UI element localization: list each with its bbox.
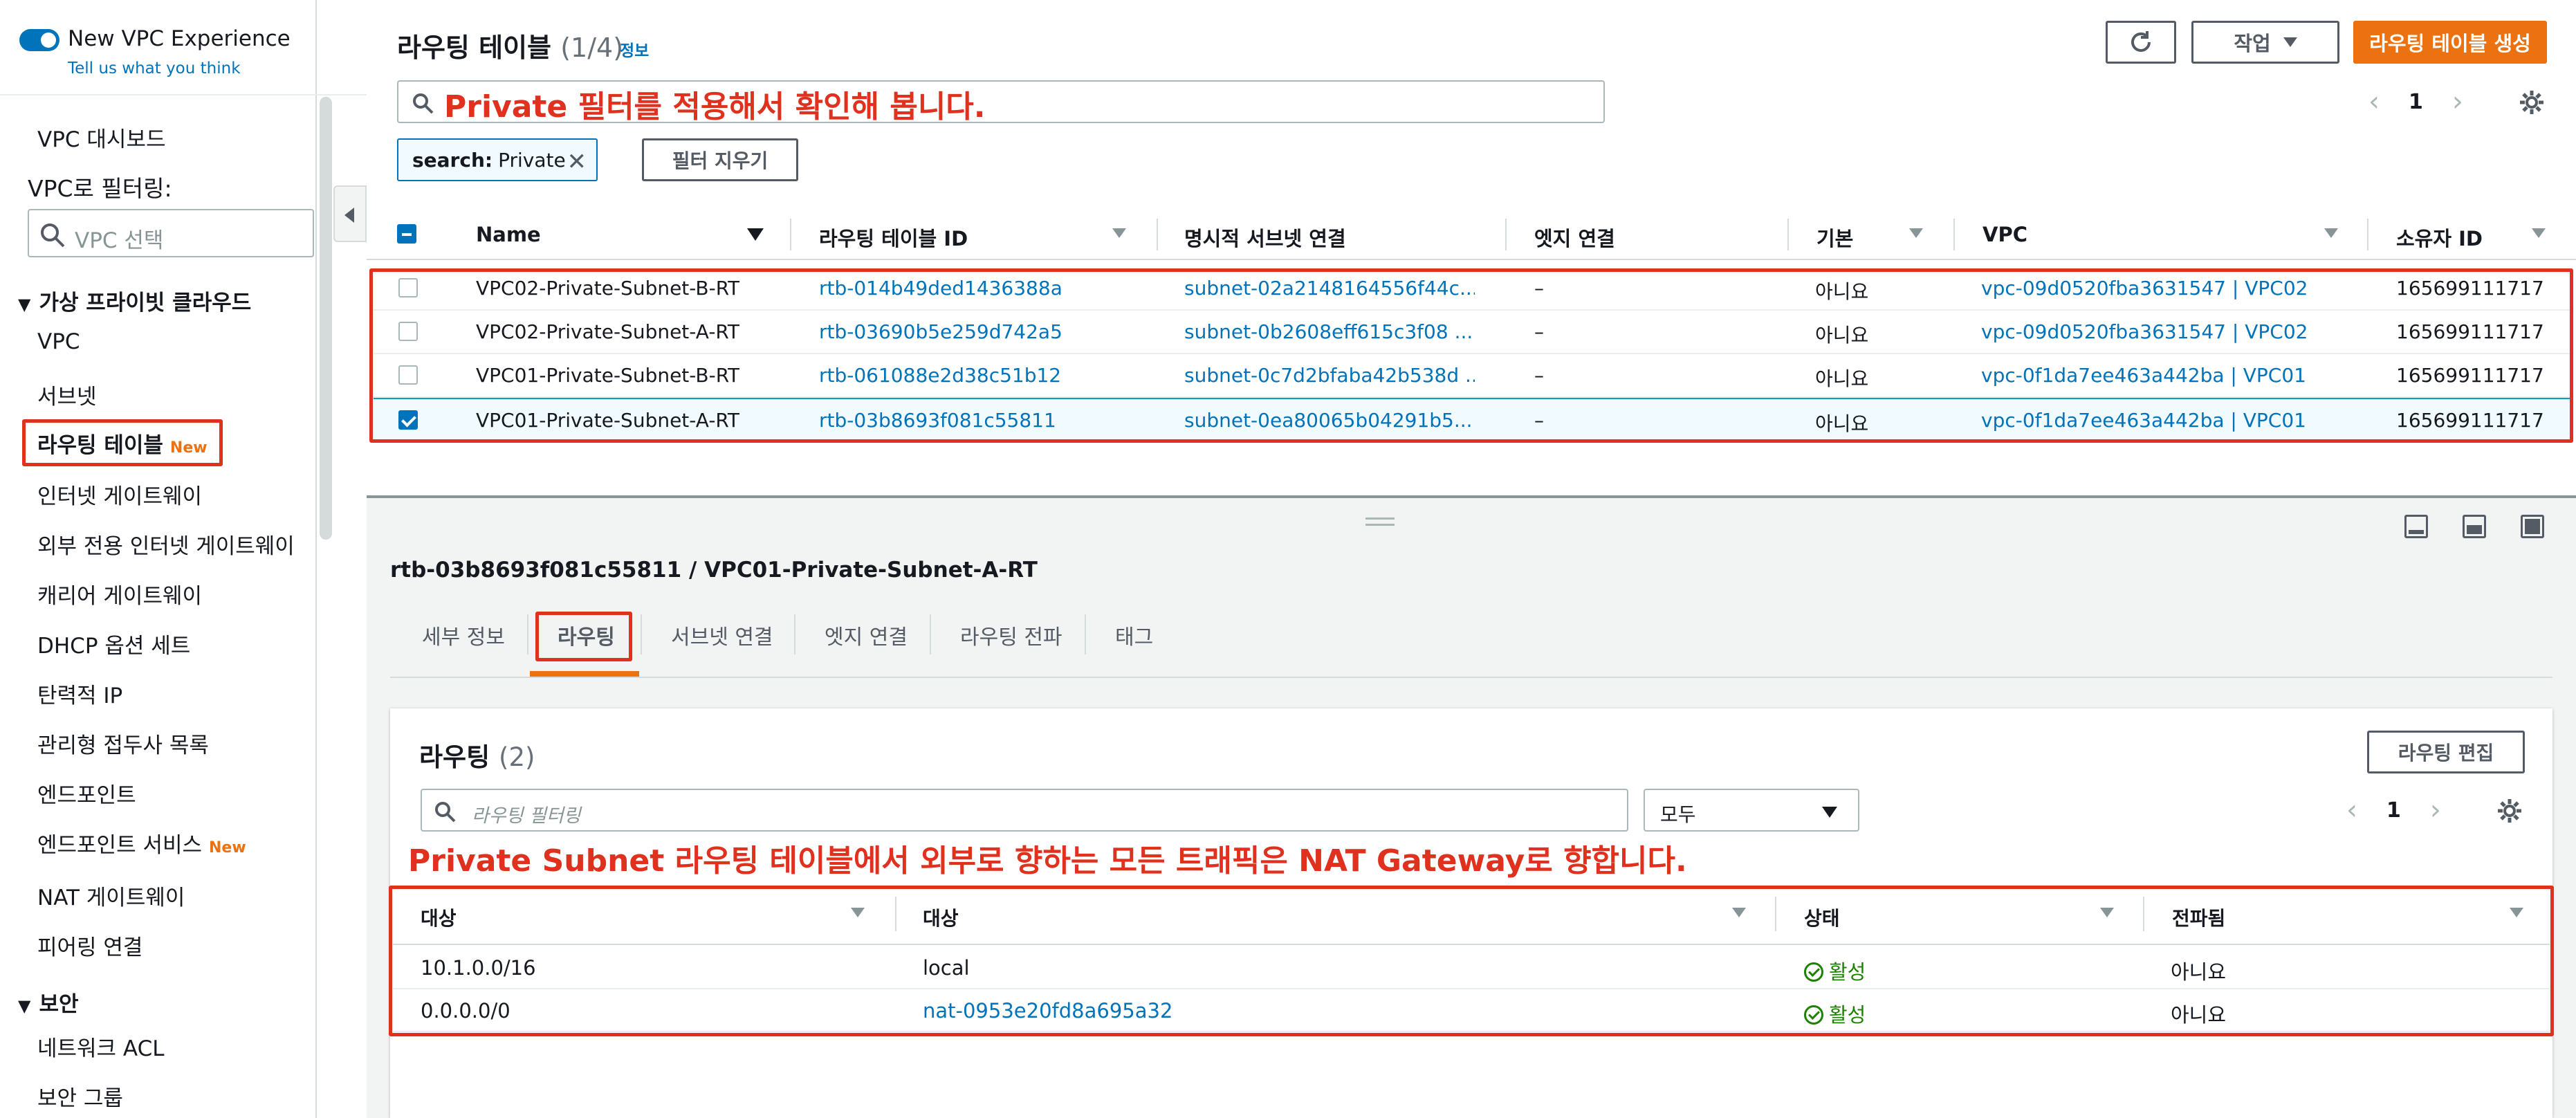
info-link[interactable]: 정보	[620, 37, 649, 61]
sort-icon[interactable]	[2324, 228, 2338, 238]
tab-route-propagation[interactable]: 라우팅 전파	[960, 620, 1062, 650]
clear-filters-button[interactable]: 필터 지우기	[642, 138, 798, 181]
collapse-sidebar-button[interactable]	[333, 185, 367, 242]
tab-details[interactable]: 세부 정보	[422, 620, 505, 650]
column-header-owner[interactable]: 소유자 ID	[2396, 223, 2483, 252]
column-header-vpc[interactable]: VPC	[1982, 223, 2027, 246]
nav-item-nat-gateways[interactable]: NAT 게이트웨이	[37, 880, 185, 911]
filter-token: search: Private ✕	[397, 138, 598, 181]
highlight-table-rows	[369, 268, 2573, 443]
pagination: ‹ 1 ›	[2368, 86, 2463, 118]
resize-handle-icon[interactable]	[1365, 517, 1395, 526]
routes-scope-select[interactable]: 모두	[1644, 789, 1859, 832]
create-route-table-button[interactable]: 라우팅 테이블 생성	[2353, 21, 2547, 64]
refresh-button[interactable]	[2106, 21, 2176, 64]
tab-tags[interactable]: 태그	[1115, 620, 1153, 650]
column-header-subnet[interactable]: 명시적 서브넷 연결	[1184, 223, 1346, 252]
sidebar-scrollbar[interactable]	[320, 97, 332, 540]
routes-title: 라우팅 (2)	[419, 742, 535, 772]
nav-item-dhcp-options[interactable]: DHCP 옵션 세트	[37, 628, 190, 659]
sort-icon[interactable]	[747, 228, 764, 241]
new-badge: New	[209, 839, 246, 856]
search-annotation: Private 필터를 적용해서 확인해 봅니다.	[444, 89, 986, 125]
page-title: 라우팅 테이블 (1/4)	[397, 33, 624, 63]
routes-filter-input[interactable]: 라우팅 필터링	[421, 789, 1628, 832]
vpc-filter-label: VPC로 필터링:	[28, 175, 172, 202]
nav-item-peering[interactable]: 피어링 연결	[37, 930, 142, 961]
nav-item-internet-gateways[interactable]: 인터넷 게이트웨이	[37, 479, 202, 510]
nav-vpc-dashboard[interactable]: VPC 대시보드	[37, 122, 165, 153]
search-icon	[41, 223, 65, 248]
nav-item-endpoint-services[interactable]: 엔드포인트 서비스 New	[37, 827, 246, 859]
highlight-routes-tab	[535, 612, 632, 661]
nav-item-security-groups[interactable]: 보안 그룹	[37, 1081, 123, 1112]
page-number[interactable]: 1	[2386, 798, 2401, 823]
nav-item-elastic-ip[interactable]: 탄력적 IP	[37, 678, 122, 709]
vpc-select-input[interactable]: VPC 선택	[28, 209, 314, 257]
nav-section-security[interactable]: ▼ 보안	[18, 987, 79, 1018]
settings-gear-icon[interactable]	[2496, 797, 2523, 825]
tab-subnet-associations[interactable]: 서브넷 연결	[671, 620, 773, 650]
sort-icon[interactable]	[2532, 228, 2546, 238]
routes-pagination: ‹ 1 ›	[2346, 794, 2441, 826]
prev-page-icon[interactable]: ‹	[2346, 794, 2357, 826]
next-page-icon[interactable]: ›	[2430, 794, 2441, 826]
feedback-link[interactable]: Tell us what you think	[68, 59, 241, 77]
sidebar: New VPC Experience Tell us what you thin…	[0, 0, 367, 1118]
page-number[interactable]: 1	[2409, 90, 2423, 114]
routes-annotation: Private Subnet 라우팅 테이블에서 외부로 향하는 모든 트래픽은…	[408, 843, 1687, 879]
column-header-name[interactable]: Name	[476, 223, 541, 246]
sort-icon[interactable]	[1909, 228, 1923, 238]
sort-icon[interactable]	[1112, 228, 1126, 238]
split-divider[interactable]	[367, 495, 2576, 498]
column-header-rtb-id[interactable]: 라우팅 테이블 ID	[819, 223, 968, 252]
caret-down-icon	[1822, 807, 1837, 818]
view-full-panel-icon[interactable]	[2521, 515, 2544, 538]
new-experience-label: New VPC Experience	[68, 26, 291, 51]
actions-button[interactable]: 작업	[2191, 21, 2339, 64]
routes-filter-placeholder: 라우팅 필터링	[472, 805, 581, 827]
edit-routes-button[interactable]: 라우팅 편집	[2367, 731, 2525, 773]
select-all-checkbox[interactable]	[397, 224, 416, 244]
highlight-route-tables	[22, 419, 223, 466]
remove-filter-icon[interactable]: ✕	[567, 148, 587, 176]
new-experience-toggle[interactable]	[19, 29, 59, 51]
nav-item-carrier-gateways[interactable]: 캐리어 게이트웨이	[37, 578, 202, 610]
caret-down-icon	[2283, 37, 2297, 47]
refresh-icon	[2131, 31, 2151, 52]
nav-item-vpc[interactable]: VPC	[37, 329, 80, 354]
selection-count: (1/4)	[560, 33, 624, 63]
caret-down-icon: ▼	[18, 295, 31, 314]
tab-edge-associations[interactable]: 엣지 연결	[825, 620, 908, 650]
vpc-select-placeholder: VPC 선택	[75, 228, 164, 253]
divider	[0, 94, 367, 95]
detail-title: rtb-03b8693f081c55811 / VPC01-Private-Su…	[390, 558, 1038, 583]
nav-item-subnets[interactable]: 서브넷	[37, 379, 97, 410]
column-header-edge[interactable]: 엣지 연결	[1534, 223, 1615, 252]
next-page-icon[interactable]: ›	[2452, 86, 2463, 118]
nav-item-prefix-lists[interactable]: 관리형 접두사 목록	[37, 728, 209, 759]
view-bottom-panel-icon[interactable]	[2404, 515, 2428, 538]
nav-section-vpc[interactable]: ▼ 가상 프라이빗 클라우드	[18, 285, 251, 316]
caret-down-icon: ▼	[18, 996, 31, 1016]
search-icon	[435, 802, 456, 823]
view-split-panel-icon[interactable]	[2463, 515, 2486, 538]
nav-item-network-acl[interactable]: 네트워크 ACL	[37, 1031, 165, 1062]
highlight-routes-table	[389, 886, 2554, 1036]
nav-item-egress-only-gateways[interactable]: 외부 전용 인터넷 게이트웨이	[37, 529, 295, 560]
column-header-main[interactable]: 기본	[1816, 223, 1853, 252]
prev-page-icon[interactable]: ‹	[2368, 86, 2380, 118]
active-tab-indicator	[530, 671, 639, 677]
search-icon	[413, 93, 434, 114]
settings-gear-icon[interactable]	[2518, 89, 2546, 116]
nav-item-endpoints[interactable]: 엔드포인트	[37, 778, 136, 809]
